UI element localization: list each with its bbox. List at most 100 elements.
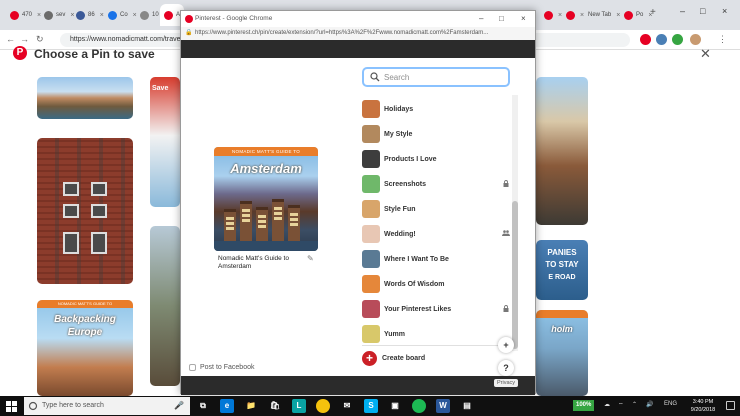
overlay-header — [181, 40, 535, 58]
board-name: Holidays — [384, 105, 414, 113]
facebook-checkbox[interactable] — [189, 364, 196, 371]
skype-icon[interactable]: S — [364, 399, 378, 413]
chrome-icon[interactable] — [316, 399, 330, 413]
clock[interactable]: 3:40 PM 9/20/2018 — [686, 398, 720, 414]
board-thumbnail — [362, 225, 380, 243]
volume-icon[interactable]: 🔊 — [646, 401, 653, 408]
popup-url: https://www.pinterest.ch/pin/create/exte… — [195, 30, 489, 36]
popup-window-title: Pinterest - Google Chrome — [195, 15, 273, 22]
app-icon[interactable]: ▤ — [460, 399, 474, 413]
browser-tab[interactable]: sev × — [40, 4, 74, 26]
edge-icon[interactable]: e — [220, 399, 234, 413]
minimize-icon[interactable]: – — [479, 11, 483, 27]
lock-icon — [502, 179, 510, 189]
browser-tab[interactable]: 86 × — [72, 4, 104, 26]
microphone-icon[interactable]: 🎤 — [174, 397, 184, 415]
pin-thumbnail-stockholm[interactable]: holm — [536, 310, 588, 396]
mail-icon[interactable]: ✉ — [340, 399, 354, 413]
menu-icon[interactable]: ⋮ — [718, 34, 727, 45]
pin-thumbnail-building[interactable] — [37, 138, 133, 284]
minimize-icon[interactable]: – — [680, 6, 685, 16]
board-item-products-i-love[interactable]: Products I Love — [362, 150, 510, 168]
extension-icon[interactable] — [672, 34, 683, 45]
popup-url-bar[interactable]: 🔒 https://www.pinterest.ch/pin/create/ex… — [181, 27, 535, 40]
board-thumbnail — [362, 300, 380, 318]
pin-thumbnail-save[interactable]: Save — [150, 77, 180, 207]
close-window-icon[interactable]: × — [521, 11, 526, 27]
browser-tab[interactable]: Po × — [620, 4, 652, 26]
board-item-wedding[interactable]: Wedding! — [362, 225, 510, 243]
building-shape — [288, 205, 300, 241]
word-icon[interactable]: W — [436, 399, 450, 413]
browser-tab[interactable]: × — [540, 4, 562, 26]
spotify-icon[interactable] — [412, 399, 426, 413]
onedrive-icon[interactable]: ☁ — [604, 401, 610, 408]
board-search-box[interactable] — [362, 67, 510, 87]
board-item-your-pinterest-likes[interactable]: Your Pinterest Likes — [362, 300, 510, 318]
divider — [362, 345, 507, 346]
maximize-icon[interactable]: □ — [700, 6, 705, 16]
back-icon[interactable]: ← — [6, 34, 15, 44]
close-icon[interactable]: ✕ — [700, 46, 711, 62]
pinterest-favicon-icon — [566, 10, 575, 20]
board-item-style-fun[interactable]: Style Fun — [362, 200, 510, 218]
create-board-label: Create board — [382, 355, 426, 362]
create-board-button[interactable]: + Create board — [362, 351, 425, 366]
help-button[interactable]: ? — [498, 360, 514, 376]
pin-thumbnail-street[interactable] — [150, 226, 180, 386]
language-indicator[interactable]: ENG — [664, 401, 677, 407]
board-search-input[interactable] — [384, 71, 504, 84]
pin-thumbnail-canal-houses[interactable] — [536, 77, 588, 225]
browser-tab[interactable]: × — [562, 4, 584, 26]
board-item-holidays[interactable]: Holidays — [362, 100, 510, 118]
close-window-icon[interactable]: × — [722, 6, 727, 16]
battery-indicator[interactable]: 100% — [573, 400, 595, 411]
window-shape — [63, 204, 79, 218]
avatar[interactable] — [690, 34, 701, 45]
file-explorer-icon[interactable]: 📁 — [244, 399, 258, 413]
board-item-where-i-want-to-be[interactable]: Where I Want To Be — [362, 250, 510, 268]
taskbar-search-box[interactable]: Type here to search 🎤 — [24, 397, 190, 415]
board-item-my-style[interactable]: My Style — [362, 125, 510, 143]
pin-thumbnail-canal[interactable] — [37, 77, 133, 119]
store-icon[interactable]: 🛍 — [268, 399, 282, 413]
browser-tab-new[interactable]: New Tab × — [584, 4, 620, 26]
board-item-screenshots[interactable]: Screenshots — [362, 175, 510, 193]
reload-icon[interactable]: ↻ — [36, 34, 44, 45]
wifi-icon[interactable]: ⌔ — [618, 401, 624, 409]
plus-button[interactable]: + — [498, 337, 514, 353]
board-item-yumm[interactable]: Yumm — [362, 325, 510, 343]
privacy-link[interactable]: Privacy — [494, 379, 519, 387]
pinterest-extension-icon[interactable] — [640, 34, 651, 45]
pin-description[interactable]: Nomadic Matt's Guide to Amsterdam — [218, 255, 308, 271]
extension-icon[interactable] — [656, 34, 667, 45]
edit-pencil-icon[interactable]: ✎ — [307, 254, 314, 263]
maximize-icon[interactable]: □ — [499, 11, 504, 27]
app-icon[interactable]: ▣ — [388, 399, 402, 413]
building-shape — [272, 199, 284, 241]
guide-band: NOMADIC MATT'S GUIDE TO — [214, 147, 318, 156]
browser-tab[interactable]: 470 × — [6, 4, 41, 26]
board-thumbnail — [362, 250, 380, 268]
building-shape — [256, 207, 268, 241]
app-l-icon[interactable]: L — [292, 399, 306, 413]
windows-start-icon[interactable] — [6, 401, 17, 412]
taskbar-search-placeholder: Type here to search — [42, 402, 104, 409]
chevron-up-icon[interactable]: ⌃ — [632, 401, 637, 408]
window-shape — [91, 232, 107, 254]
book-title: Backpacking — [54, 314, 116, 325]
pin-thumbnail-backpacking-europe[interactable]: NOMADIC MATT'S GUIDE TO Backpacking Euro… — [37, 300, 133, 396]
new-tab-button[interactable]: + — [650, 8, 660, 18]
group-icon — [502, 230, 510, 238]
browser-tab[interactable]: Co × — [104, 4, 137, 26]
scrollbar-thumb[interactable] — [512, 201, 518, 349]
board-item-words-of-wisdom[interactable]: Words Of Wisdom — [362, 275, 510, 293]
guide-band — [536, 310, 588, 318]
pin-thumbnail-companies[interactable]: PANIES TO STAY E ROAD — [536, 240, 588, 300]
post-to-facebook[interactable]: Post to Facebook — [189, 364, 254, 371]
notification-icon[interactable] — [726, 401, 735, 410]
board-name: Where I Want To Be — [384, 255, 449, 263]
task-view-icon[interactable]: ⧉ — [196, 399, 210, 413]
forward-icon[interactable]: → — [20, 34, 29, 44]
pinterest-favicon-icon — [544, 10, 553, 20]
